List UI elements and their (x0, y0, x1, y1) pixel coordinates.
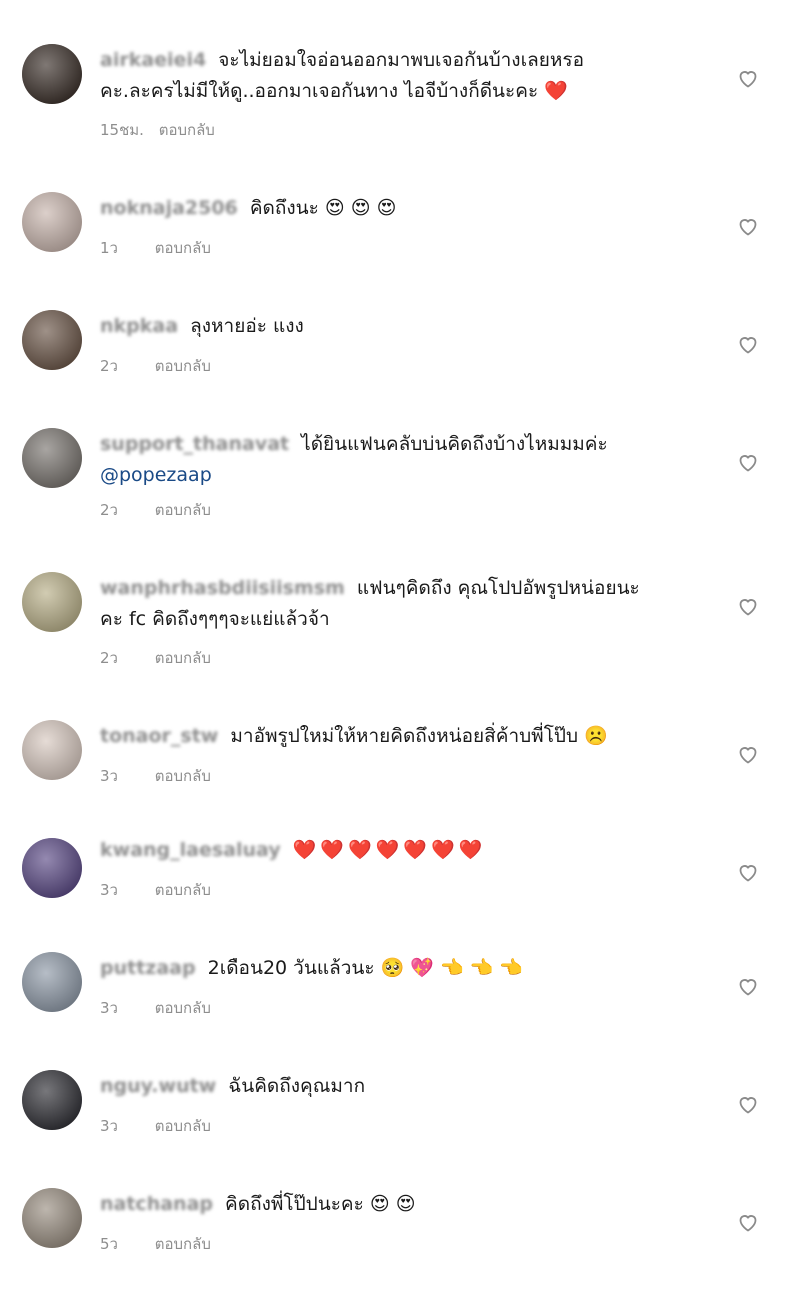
comment-meta: 2ว ตอบกลับ (100, 354, 211, 378)
timestamp: 3ว (100, 767, 118, 785)
heart-emoji: ❤️ (544, 80, 568, 102)
reply-button[interactable]: ตอบกลับ (155, 881, 211, 899)
comment-text: puttzaap 2เดือน20 วันแล้วนะ 🥺 💖 👈 👈 👈 (100, 957, 524, 979)
username[interactable]: tonaor_stw (100, 725, 218, 747)
heart-outline-icon[interactable] (736, 214, 760, 238)
pleading-face-emoji: 🥺 💖 👈 👈 👈 (380, 957, 524, 979)
username[interactable]: airkaeiei4 (100, 49, 206, 71)
reply-button[interactable]: ตอบกลับ (155, 357, 211, 375)
username[interactable]: nguy.wutw (100, 1075, 216, 1097)
avatar[interactable] (22, 1188, 82, 1248)
comment-text: airkaeiei4 จะไม่ยอมใจอ่อนออกมาพบเจอกันบ้… (100, 49, 584, 102)
heart-outline-icon[interactable] (736, 1210, 760, 1234)
comment-meta: 3ว ตอบกลับ (100, 878, 211, 902)
comment-meta: 3ว ตอบกลับ (100, 764, 211, 788)
comment-meta: 2ว ตอบกลับ (100, 498, 211, 522)
avatar[interactable] (22, 310, 82, 370)
frowning-emoji: ☹️ (584, 725, 608, 747)
username[interactable]: noknaja2506 (100, 197, 238, 219)
avatar[interactable] (22, 428, 82, 488)
comment-text: noknaja2506 คิดถึงนะ 😍 😍 😍 (100, 197, 397, 219)
username[interactable]: kwang_laesaluay (100, 839, 281, 861)
reply-button[interactable]: ตอบกลับ (155, 501, 211, 519)
username[interactable]: puttzaap (100, 957, 196, 979)
heart-outline-icon[interactable] (736, 332, 760, 356)
heart-outline-icon[interactable] (736, 742, 760, 766)
reply-button[interactable]: ตอบกลับ (159, 121, 215, 139)
reply-button[interactable]: ตอบกลับ (155, 1235, 211, 1253)
heart-outline-icon[interactable] (736, 1092, 760, 1116)
timestamp: 3ว (100, 999, 118, 1017)
comment-meta: 3ว ตอบกลับ (100, 996, 211, 1020)
comment-text: nkpkaa ลุงหายอ่ะ แงง (100, 315, 304, 337)
reply-button[interactable]: ตอบกลับ (155, 239, 211, 257)
comment-text: tonaor_stw มาอัพรูปใหม่ให้หายคิดถึงหน่อย… (100, 725, 608, 747)
timestamp: 15ชม. (100, 121, 144, 139)
timestamp: 3ว (100, 881, 118, 899)
username[interactable]: wanphrhasbdiisiismsm (100, 577, 345, 599)
avatar[interactable] (22, 44, 82, 104)
timestamp: 5ว (100, 1235, 118, 1253)
avatar[interactable] (22, 192, 82, 252)
comment-meta: 5ว ตอบกลับ (100, 1232, 211, 1256)
heart-outline-icon[interactable] (736, 974, 760, 998)
reply-button[interactable]: ตอบกลับ (155, 649, 211, 667)
comment-text: support_thanavat ได้ยินแฟนคลับบ่นคิดถึงบ… (100, 433, 608, 486)
heart-eyes-emoji: 😍 😍 (369, 1193, 416, 1215)
heart-outline-icon[interactable] (736, 450, 760, 474)
reply-button[interactable]: ตอบกลับ (155, 767, 211, 785)
comment-text: natchanap คิดถึงพี่โป๊ปนะคะ 😍 😍 (100, 1193, 416, 1215)
heart-eyes-emoji: 😍 😍 😍 (324, 197, 397, 219)
avatar[interactable] (22, 720, 82, 780)
username[interactable]: nkpkaa (100, 315, 178, 337)
timestamp: 2ว (100, 357, 118, 375)
comment-meta: 15ชม. ตอบกลับ (100, 118, 215, 142)
heart-outline-icon[interactable] (736, 860, 760, 884)
timestamp: 3ว (100, 1117, 118, 1135)
username[interactable]: support_thanavat (100, 433, 289, 455)
comment-text: nguy.wutw ฉันคิดถึงคุณมาก (100, 1075, 366, 1097)
timestamp: 2ว (100, 501, 118, 519)
reply-button[interactable]: ตอบกลับ (155, 999, 211, 1017)
heart-outline-icon[interactable] (736, 66, 760, 90)
mention-link[interactable]: @popezaap (100, 464, 212, 486)
username[interactable]: natchanap (100, 1193, 213, 1215)
comment-meta: 1ว ตอบกลับ (100, 236, 211, 260)
comment-text: kwang_laesaluay ❤️❤️❤️❤️❤️❤️❤️ (100, 835, 690, 866)
avatar[interactable] (22, 952, 82, 1012)
timestamp: 1ว (100, 239, 118, 257)
comment-meta: 3ว ตอบกลับ (100, 1114, 211, 1138)
comment-text: wanphrhasbdiisiismsm แฟนๆคิดถึง คุณโปปอั… (100, 577, 640, 630)
reply-button[interactable]: ตอบกลับ (155, 1117, 211, 1135)
heart-outline-icon[interactable] (736, 594, 760, 618)
avatar[interactable] (22, 572, 82, 632)
timestamp: 2ว (100, 649, 118, 667)
avatar[interactable] (22, 1070, 82, 1130)
hearts-emoji: ❤️❤️❤️❤️❤️❤️❤️ (292, 839, 487, 861)
comment-meta: 2ว ตอบกลับ (100, 646, 211, 670)
avatar[interactable] (22, 838, 82, 898)
